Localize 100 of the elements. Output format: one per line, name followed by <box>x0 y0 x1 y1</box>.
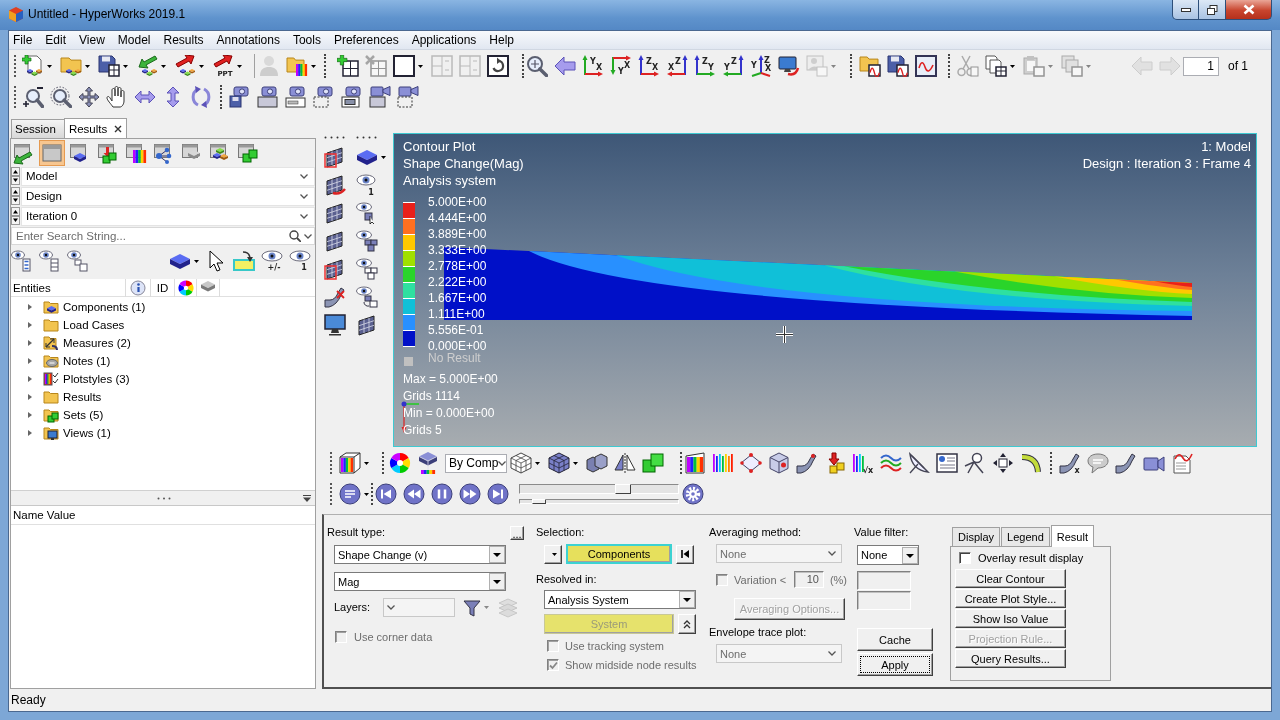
eye-squares-icon[interactable] <box>356 258 378 280</box>
cache-button[interactable]: Cache <box>857 628 933 651</box>
color-wheel-icon[interactable] <box>389 452 411 474</box>
action-button[interactable]: Query Results... <box>955 649 1066 668</box>
options-tab[interactable]: Display <box>952 527 1001 546</box>
caret-icon[interactable] <box>161 64 166 68</box>
caret-icon[interactable] <box>364 461 369 465</box>
cubes-icon[interactable] <box>586 452 608 474</box>
monitor-icon[interactable] <box>324 314 346 336</box>
mirror-icon[interactable] <box>614 452 636 474</box>
restore-icon[interactable] <box>1206 4 1218 15</box>
caret-icon[interactable] <box>1010 64 1015 68</box>
caret-icon[interactable] <box>381 155 386 159</box>
video-camera-icon[interactable] <box>397 86 419 108</box>
chevron-icon[interactable] <box>498 460 507 466</box>
ramp-icon[interactable]: x <box>1059 452 1081 474</box>
toggle-button[interactable] <box>678 614 696 634</box>
pause-icon[interactable] <box>431 483 453 505</box>
tree-item[interactable]: Plotstyles (3) <box>63 373 130 385</box>
grid-plane-icon[interactable] <box>324 146 346 168</box>
speech-bubble-icon[interactable] <box>1087 452 1109 474</box>
spinner-icon[interactable] <box>11 187 20 205</box>
color-mode-dropdown[interactable]: By Comp <box>445 453 507 473</box>
tree-item[interactable]: Results <box>63 391 102 403</box>
plot-icon[interactable] <box>339 483 361 505</box>
menu-item[interactable]: Preferences <box>333 33 399 47</box>
ramp-icon[interactable] <box>1115 452 1137 474</box>
rewind-icon[interactable] <box>403 483 425 505</box>
tree-item[interactable]: Views (1) <box>63 427 111 439</box>
color-wheel-icon[interactable] <box>177 279 194 296</box>
caret-icon[interactable] <box>535 461 540 465</box>
panel-tab[interactable]: Results <box>63 118 128 138</box>
minimize-icon[interactable] <box>1180 7 1191 12</box>
expand-arrow-icon[interactable] <box>27 376 33 382</box>
eye-list-icon[interactable] <box>67 250 89 272</box>
ramp-icon[interactable] <box>796 452 818 474</box>
caret-icon[interactable] <box>123 64 128 68</box>
options-tab[interactable]: Legend <box>1001 527 1050 546</box>
expand-arrow-icon[interactable] <box>27 430 33 436</box>
save-icon[interactable] <box>98 55 120 77</box>
expand-arrow-icon[interactable] <box>27 340 33 346</box>
slider-track[interactable] <box>519 499 679 504</box>
caret-icon[interactable] <box>418 64 423 68</box>
selection-button[interactable]: Components <box>566 544 672 564</box>
page-field[interactable]: 1 <box>1183 56 1219 76</box>
grid-plane-icon[interactable] <box>324 174 346 196</box>
skip-forward-icon[interactable] <box>487 483 509 505</box>
import-arrow-icon[interactable] <box>136 55 158 77</box>
collapse-arrow-icon[interactable] <box>303 494 311 502</box>
minimize-button[interactable] <box>1172 0 1199 20</box>
tree-item[interactable]: Notes (1) <box>63 355 111 367</box>
folder-icon[interactable] <box>286 55 308 77</box>
plane-icon[interactable] <box>740 452 762 474</box>
panel-tab[interactable]: Session <box>11 119 65 138</box>
monitor-icon[interactable] <box>778 55 800 77</box>
more-button[interactable]: ... <box>510 525 524 540</box>
expand-arrow-icon[interactable] <box>27 412 33 418</box>
action-button[interactable]: Show Iso Value <box>955 609 1066 628</box>
document-plus-icon[interactable] <box>22 55 44 77</box>
caret-icon[interactable] <box>199 64 204 68</box>
column-header[interactable]: ID <box>156 281 169 294</box>
eye-squares-icon[interactable] <box>356 286 378 308</box>
eye-list-icon[interactable] <box>11 250 33 272</box>
tree-item[interactable]: Measures (2) <box>63 337 131 349</box>
selector-dropdown[interactable]: Model <box>21 166 315 186</box>
menu-button[interactable] <box>544 544 562 564</box>
expand-arrow-icon[interactable] <box>27 394 33 400</box>
rainbow-icon[interactable] <box>684 452 706 474</box>
search-icon[interactable] <box>289 230 301 242</box>
expand-arrow-icon[interactable] <box>27 322 33 328</box>
checkbox[interactable] <box>959 551 971 564</box>
selector-dropdown[interactable]: Design <box>21 186 315 206</box>
striped-bars-icon[interactable] <box>712 452 734 474</box>
skip-back-icon[interactable] <box>375 483 397 505</box>
slider-track[interactable] <box>519 484 679 494</box>
dropdown[interactable]: None <box>857 545 919 565</box>
grip-icon[interactable] <box>157 496 171 500</box>
chevron-icon[interactable] <box>300 193 308 199</box>
action-button[interactable]: Clear Contour <box>955 569 1066 588</box>
dropdown[interactable]: Analysis System <box>544 590 696 609</box>
menu-item[interactable]: Help <box>489 33 515 47</box>
dropdown[interactable]: Mag <box>334 572 506 591</box>
caret-icon[interactable] <box>552 552 557 556</box>
skip-back-icon[interactable] <box>680 549 690 559</box>
copy-icon[interactable] <box>985 55 1007 77</box>
menu-item[interactable]: View <box>79 33 105 47</box>
menu-item[interactable]: Model <box>117 33 151 47</box>
chevron-icon[interactable] <box>304 233 312 239</box>
zoom-out-icon[interactable] <box>22 86 44 108</box>
chevron-icon[interactable] <box>300 173 308 179</box>
menu-item[interactable]: Tools <box>292 33 321 47</box>
spinner-icon[interactable] <box>11 207 20 225</box>
close-button[interactable] <box>1226 0 1272 20</box>
menu-item[interactable]: Edit <box>45 33 67 47</box>
dropdown[interactable]: Shape Change (v) <box>334 545 506 564</box>
export-arrow-icon[interactable] <box>174 55 196 77</box>
expand-arrow-icon[interactable] <box>27 304 33 310</box>
hand-icon[interactable] <box>106 86 128 108</box>
slider-thumb[interactable] <box>615 484 632 494</box>
curve-window-icon[interactable] <box>915 55 937 77</box>
